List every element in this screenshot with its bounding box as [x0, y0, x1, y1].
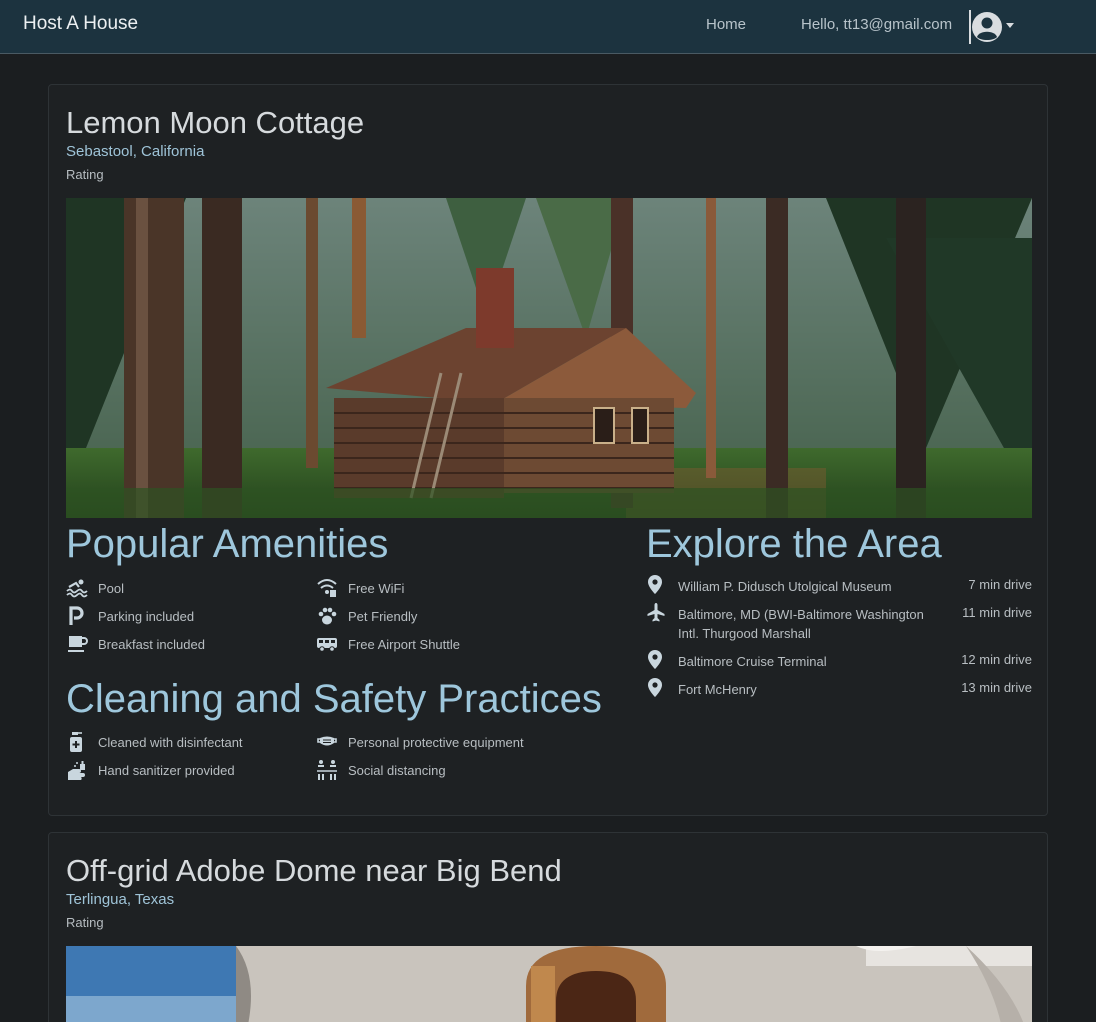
listing-photo[interactable] [66, 946, 1032, 1022]
cleaning-item: Hand sanitizer provided [66, 759, 235, 781]
area-place-name: Baltimore, MD (BWI-Baltimore Washington … [678, 607, 924, 641]
listing-location: Terlingua, Texas [66, 891, 175, 908]
social-distancing-icon [316, 759, 340, 781]
amenity-item: Free WiFi [316, 577, 404, 599]
cabin-in-forest-image [66, 198, 1032, 518]
coffee-icon [66, 633, 90, 655]
cleaning-label: Cleaned with disinfectant [98, 734, 243, 750]
map-pin-icon [646, 677, 666, 699]
amenity-item: Pool [66, 577, 124, 599]
amenity-item: Parking included [66, 605, 194, 627]
cleaning-item: Cleaned with disinfectant [66, 731, 243, 753]
area-place-name: Baltimore Cruise Terminal [678, 654, 827, 669]
explore-heading: Explore the Area [646, 522, 942, 566]
shuttle-icon [316, 633, 340, 655]
area-drive-time: 13 min drive [961, 680, 1032, 695]
amenity-item: Breakfast included [66, 633, 205, 655]
amenity-label: Free Airport Shuttle [348, 636, 460, 652]
disinfectant-icon [66, 731, 90, 753]
cleaning-label: Hand sanitizer provided [98, 762, 235, 778]
listing-location: Sebastool, California [66, 143, 205, 160]
user-menu-toggle[interactable] [969, 10, 1015, 44]
amenity-item: Free Airport Shuttle [316, 633, 460, 655]
amenity-label: Breakfast included [98, 636, 205, 652]
adobe-dome-image [66, 946, 1032, 1022]
amenity-item: Pet Friendly [316, 605, 417, 627]
amenity-label: Pet Friendly [348, 608, 418, 624]
listing-card: Off-grid Adobe Dome near Big Bend Terlin… [48, 832, 1048, 1022]
area-item: Baltimore, MD (BWI-Baltimore Washington … [646, 602, 1032, 646]
area-drive-time: 12 min drive [961, 652, 1032, 667]
mask-icon [316, 731, 340, 753]
area-drive-time: 11 min drive [962, 605, 1032, 620]
paw-icon [316, 605, 340, 627]
listing-card: Lemon Moon Cottage Sebastool, California… [48, 84, 1048, 816]
listing-rating-label: Rating [66, 915, 104, 930]
hand-sanitizer-icon [66, 759, 90, 781]
amenity-label: Parking included [98, 608, 195, 624]
listing-title[interactable]: Lemon Moon Cottage [66, 105, 364, 141]
cleaning-label: Social distancing [348, 762, 446, 778]
amenity-label: Pool [98, 580, 125, 596]
cleaning-item: Social distancing [316, 759, 446, 781]
plane-icon [646, 602, 666, 624]
navbar: Host A House Home Hello, tt13@gmail.com [0, 0, 1096, 54]
area-item: William P. Didusch Utolgical Museum 7 mi… [646, 574, 1032, 600]
user-avatar-icon [972, 12, 1002, 42]
amenities-heading: Popular Amenities [66, 522, 389, 566]
map-pin-icon [646, 649, 666, 671]
cleaning-item: Personal protective equipment [316, 731, 524, 753]
area-drive-time: 7 min drive [968, 577, 1032, 592]
area-item: Fort McHenry 13 min drive [646, 677, 1032, 703]
nav-home-link[interactable]: Home [706, 16, 746, 33]
area-item: Baltimore Cruise Terminal 12 min drive [646, 649, 1032, 675]
area-place-name: Fort McHenry [678, 682, 757, 697]
brand-link[interactable]: Host A House [23, 13, 138, 35]
parking-icon [66, 605, 90, 627]
area-place-name: William P. Didusch Utolgical Museum [678, 579, 892, 594]
pool-icon [66, 577, 90, 599]
cleaning-heading: Cleaning and Safety Practices [66, 677, 602, 721]
user-greeting: Hello, tt13@gmail.com [801, 16, 953, 33]
amenity-label: Free WiFi [348, 580, 405, 596]
listing-rating-label: Rating [66, 167, 104, 182]
wifi-icon [316, 577, 340, 599]
listing-title[interactable]: Off-grid Adobe Dome near Big Bend [66, 853, 562, 889]
cleaning-label: Personal protective equipment [348, 734, 524, 750]
map-pin-icon [646, 574, 666, 596]
listing-photo[interactable] [66, 198, 1032, 518]
chevron-down-icon [1006, 23, 1014, 28]
